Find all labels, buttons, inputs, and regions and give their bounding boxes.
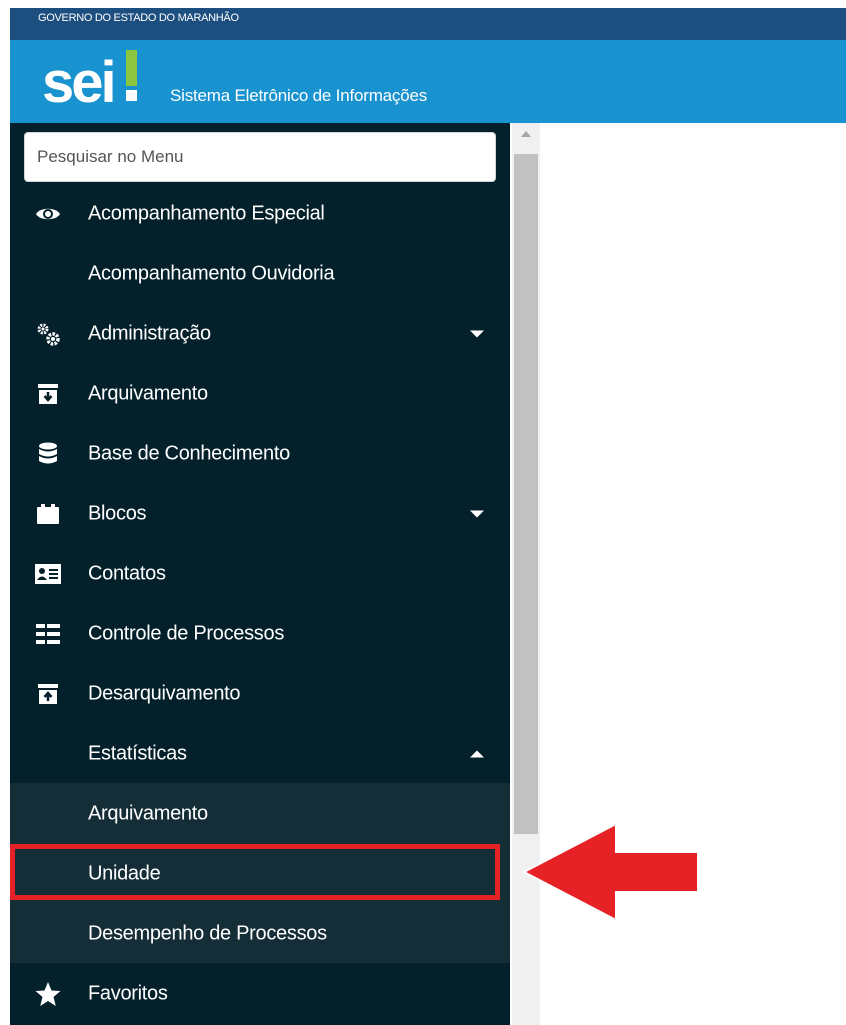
list-icon: [35, 621, 61, 647]
chevron-up-icon: [470, 750, 484, 758]
chevron-down-icon: [470, 330, 484, 338]
contact-card-icon: [35, 561, 61, 587]
highlight-box-unidade: [10, 844, 500, 900]
menu-search-input[interactable]: [24, 132, 496, 182]
archive-down-icon: [35, 381, 61, 407]
menu-item-label: Desempenho de Processos: [88, 922, 327, 945]
sei-logo-graphic: sei: [42, 50, 137, 115]
submenu-item-arquivamento[interactable]: Arquivamento: [10, 784, 510, 844]
menu-item-label: Administração: [88, 322, 211, 345]
eye-icon: [35, 201, 61, 227]
menu-item-arquivamento[interactable]: Arquivamento: [10, 364, 510, 424]
menu-item-acompanhamento-especial[interactable]: Acompanhamento Especial: [10, 184, 510, 244]
menu-item-label: Arquivamento: [88, 382, 208, 405]
star-icon: [35, 981, 61, 1007]
menu-item-label: Acompanhamento Especial: [88, 202, 325, 225]
menu-item-favoritos[interactable]: Favoritos: [10, 964, 510, 1024]
database-icon: [35, 441, 61, 467]
menu-item-label: Estatísticas: [88, 742, 187, 765]
menu-item-label: Desarquivamento: [88, 682, 241, 705]
menu-item-label: Favoritos: [88, 982, 168, 1005]
scroll-up-arrow-icon[interactable]: [521, 131, 531, 137]
menu-item-label: Contatos: [88, 562, 166, 585]
app-header: sei Sistema Eletrônico de Informações: [10, 40, 846, 123]
sei-logo[interactable]: sei: [40, 40, 150, 123]
menu-item-base-de-conhecimento[interactable]: Base de Conhecimento: [10, 424, 510, 484]
chevron-down-icon: [470, 510, 484, 518]
government-bar: GOVERNO DO ESTADO DO MARANHÃO: [10, 8, 846, 40]
gears-icon: [35, 321, 61, 347]
government-label: GOVERNO DO ESTADO DO MARANHÃO: [38, 12, 239, 24]
menu-item-contatos[interactable]: Contatos: [10, 544, 510, 604]
menu-item-estatisticas[interactable]: Estatísticas: [10, 724, 510, 784]
menu-item-desarquivamento[interactable]: Desarquivamento: [10, 664, 510, 724]
scrollbar-thumb[interactable]: [514, 154, 538, 834]
menu-item-label: Arquivamento: [88, 802, 208, 825]
submenu-item-desempenho-de-processos[interactable]: Desempenho de Processos: [10, 904, 510, 964]
menu-item-label: Controle de Processos: [88, 622, 285, 645]
red-arrow-annotation: [524, 822, 699, 922]
system-name: Sistema Eletrônico de Informações: [170, 86, 428, 105]
menu-item-label: Blocos: [88, 502, 147, 525]
menu-item-administracao[interactable]: Administração: [10, 304, 510, 364]
menu-item-label: Base de Conhecimento: [88, 442, 290, 465]
menu-item-blocos[interactable]: Blocos: [10, 484, 510, 544]
svg-text:sei: sei: [42, 50, 114, 115]
briefcase-icon: [35, 501, 61, 527]
menu-item-acompanhamento-ouvidoria[interactable]: Acompanhamento Ouvidoria: [10, 244, 510, 304]
menu-item-controle-de-processos[interactable]: Controle de Processos: [10, 604, 510, 664]
archive-up-icon: [35, 681, 61, 707]
menu-item-label: Acompanhamento Ouvidoria: [88, 262, 335, 285]
